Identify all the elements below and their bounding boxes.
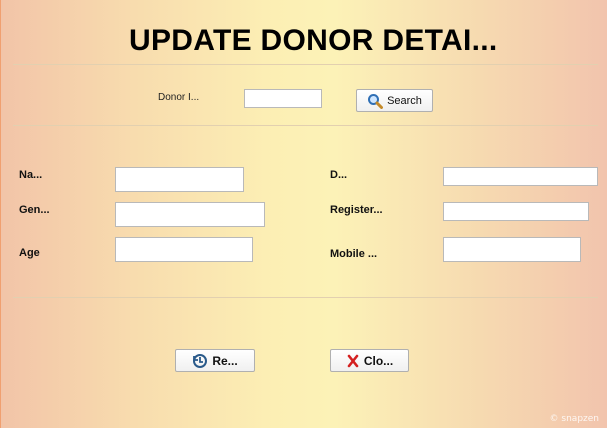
donor-id-label: Donor I... <box>158 92 200 103</box>
gender-input[interactable] <box>115 202 265 227</box>
mobile-input[interactable] <box>443 237 581 262</box>
search-button-label: Search <box>387 94 422 107</box>
magnifier-icon <box>367 93 384 109</box>
d-label: D... <box>330 169 348 181</box>
donor-id-input[interactable] <box>244 89 322 108</box>
watermark: © snapzen <box>549 414 599 424</box>
divider-top <box>13 64 598 65</box>
register-input[interactable] <box>443 202 589 221</box>
reset-button-label: Re... <box>212 353 238 368</box>
page-title: UPDATE DONOR DETAI... <box>129 24 498 57</box>
name-label: Na... <box>19 169 43 181</box>
close-x-icon <box>346 354 360 368</box>
reset-icon <box>192 353 208 369</box>
age-input[interactable] <box>115 237 253 262</box>
gender-label: Gen... <box>19 204 50 216</box>
divider-mid <box>13 125 598 126</box>
name-input[interactable] <box>115 167 244 192</box>
mobile-label: Mobile ... <box>330 248 378 260</box>
d-input[interactable] <box>443 167 598 186</box>
register-label: Register... <box>330 204 383 216</box>
window-frame: UPDATE DONOR DETAI... Donor I... Search … <box>0 0 607 428</box>
close-button-label: Clo... <box>363 353 394 368</box>
reset-button[interactable]: Re... <box>175 349 255 372</box>
close-button[interactable]: Clo... <box>330 349 409 372</box>
divider-bottom <box>13 297 598 298</box>
search-button[interactable]: Search <box>356 89 433 112</box>
age-label: Age <box>19 247 40 259</box>
